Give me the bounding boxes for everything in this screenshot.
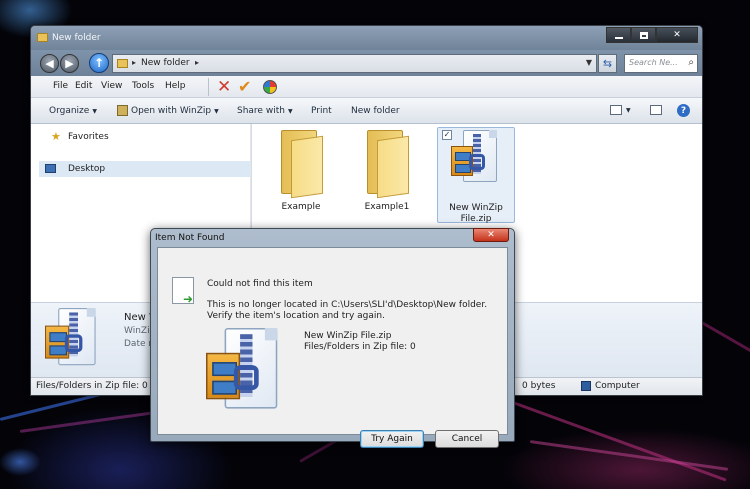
file-name: Example [281, 202, 321, 212]
back-icon: ◀ [45, 57, 54, 70]
maximize-icon [639, 31, 648, 39]
new-folder-button[interactable]: New folder [351, 106, 400, 116]
chevron-down-icon: ▼ [287, 108, 293, 115]
nav-desktop-label[interactable]: Desktop [68, 164, 105, 174]
file-item-winzip[interactable]: ✓ New WinZip File.zip [437, 127, 515, 225]
print-button[interactable]: Print [311, 106, 332, 116]
menu-edit[interactable]: Edit [75, 81, 92, 91]
breadcrumb-separator-icon: ▸ [195, 58, 200, 67]
checkmark-icon[interactable]: ✔ [238, 78, 251, 96]
item-not-found-dialog: Item Not Found ✕ ➜ Could not find this i… [150, 228, 515, 448]
nav-favorites[interactable]: Favorites [68, 132, 109, 142]
file-name-line1: New WinZip [449, 203, 503, 213]
open-with-winzip-button[interactable]: Open with WinZip ▼ [131, 106, 219, 116]
close-icon: ✕ [487, 230, 495, 240]
refresh-icon: ⇆ [602, 57, 613, 70]
dialog-message: This is no longer located in C:\Users\SL… [207, 300, 488, 321]
folder-icon [363, 130, 411, 199]
breadcrumb-path[interactable]: New folder [141, 58, 190, 68]
search-input[interactable]: Search Ne... ⌕ [624, 54, 698, 73]
dialog-body: ➜ Could not find this item This is no lo… [157, 247, 508, 448]
light-streak [699, 320, 750, 353]
winzip-file-icon [45, 308, 100, 374]
organize-button[interactable]: Organize ▼ [49, 106, 97, 116]
refresh-button[interactable]: ⇆ [598, 54, 617, 73]
forward-icon: ▶ [65, 57, 74, 70]
file-move-icon: ➜ [172, 277, 194, 306]
folder-icon [37, 33, 48, 42]
winzip-file-icon [451, 130, 501, 190]
try-again-button[interactable]: Try Again [360, 430, 424, 448]
back-button[interactable]: ◀ [40, 54, 59, 73]
dialog-item-name: New WinZip File.zip [304, 331, 392, 341]
menu-bar: File Edit View Tools Help ✕ ✔ [31, 76, 702, 98]
chevron-down-icon[interactable]: ▼ [626, 107, 631, 114]
search-icon[interactable]: ⌕ [688, 57, 694, 68]
file-item-example[interactable]: Example [262, 127, 340, 213]
dialog-close-button[interactable]: ✕ [473, 228, 509, 242]
menu-file[interactable]: File [53, 81, 68, 91]
up-button[interactable]: ↑ [89, 53, 109, 73]
chevron-down-icon: ▼ [214, 108, 219, 115]
file-item-example1[interactable]: Example1 [348, 127, 426, 213]
address-bar[interactable]: ▸ New folder ▸ ▼ [112, 54, 597, 73]
file-name: New WinZip File.zip [438, 203, 514, 225]
open-winzip-label: Open with WinZip [131, 106, 212, 116]
computer-icon [581, 381, 591, 391]
file-name-line2: File.zip [460, 214, 492, 224]
share-with-button[interactable]: Share with ▼ [237, 106, 293, 116]
dialog-title: Item Not Found [155, 233, 225, 243]
share-with-label: Share with [237, 106, 285, 116]
chevron-down-icon: ▼ [92, 108, 97, 115]
menu-help[interactable]: Help [165, 81, 186, 91]
menu-tools[interactable]: Tools [132, 81, 154, 91]
toolbar-divider [208, 78, 209, 96]
title-bar: New folder ✕ [31, 26, 702, 50]
address-row: ◀ ▶ ↑ ▸ New folder ▸ ▼ ⇆ Search Ne... ⌕ [31, 50, 702, 76]
cancel-button[interactable]: Cancel [435, 430, 499, 448]
star-icon: ★ [51, 130, 61, 143]
status-text: Files/Folders in Zip file: 0 [36, 381, 148, 391]
search-placeholder: Search Ne... [629, 58, 678, 67]
desktop-icon [45, 164, 56, 173]
status-computer: Computer [595, 381, 640, 391]
status-size: 0 bytes [522, 381, 556, 391]
minimize-button[interactable] [606, 27, 631, 43]
menu-view[interactable]: View [101, 81, 122, 91]
breadcrumb-separator-icon: ▸ [132, 58, 137, 67]
chevron-down-icon[interactable]: ▼ [586, 58, 592, 67]
window-title: New folder [52, 33, 101, 43]
forward-button[interactable]: ▶ [60, 54, 79, 73]
delete-icon[interactable]: ✕ [217, 78, 231, 96]
folder-icon [277, 130, 325, 199]
organize-label: Organize [49, 106, 90, 116]
dialog-item-info: Files/Folders in Zip file: 0 [304, 342, 416, 352]
help-icon[interactable]: ? [677, 104, 690, 117]
dialog-heading: Could not find this item [207, 279, 313, 289]
caption-buttons: ✕ [606, 27, 698, 43]
maximize-button[interactable] [631, 27, 656, 43]
winzip-file-icon [206, 328, 284, 421]
preview-pane-icon[interactable] [650, 105, 662, 115]
close-button[interactable]: ✕ [656, 27, 698, 43]
file-name: Example1 [364, 202, 410, 212]
close-icon: ✕ [673, 30, 681, 40]
command-bar: Organize ▼ Open with WinZip ▼ Share with ▼ … [31, 98, 702, 124]
winzip-icon [117, 105, 128, 116]
folder-icon [117, 59, 128, 68]
minimize-icon [614, 36, 623, 39]
up-icon: ↑ [93, 56, 105, 70]
color-wheel-icon[interactable] [263, 80, 277, 94]
view-options-icon[interactable] [610, 105, 622, 115]
